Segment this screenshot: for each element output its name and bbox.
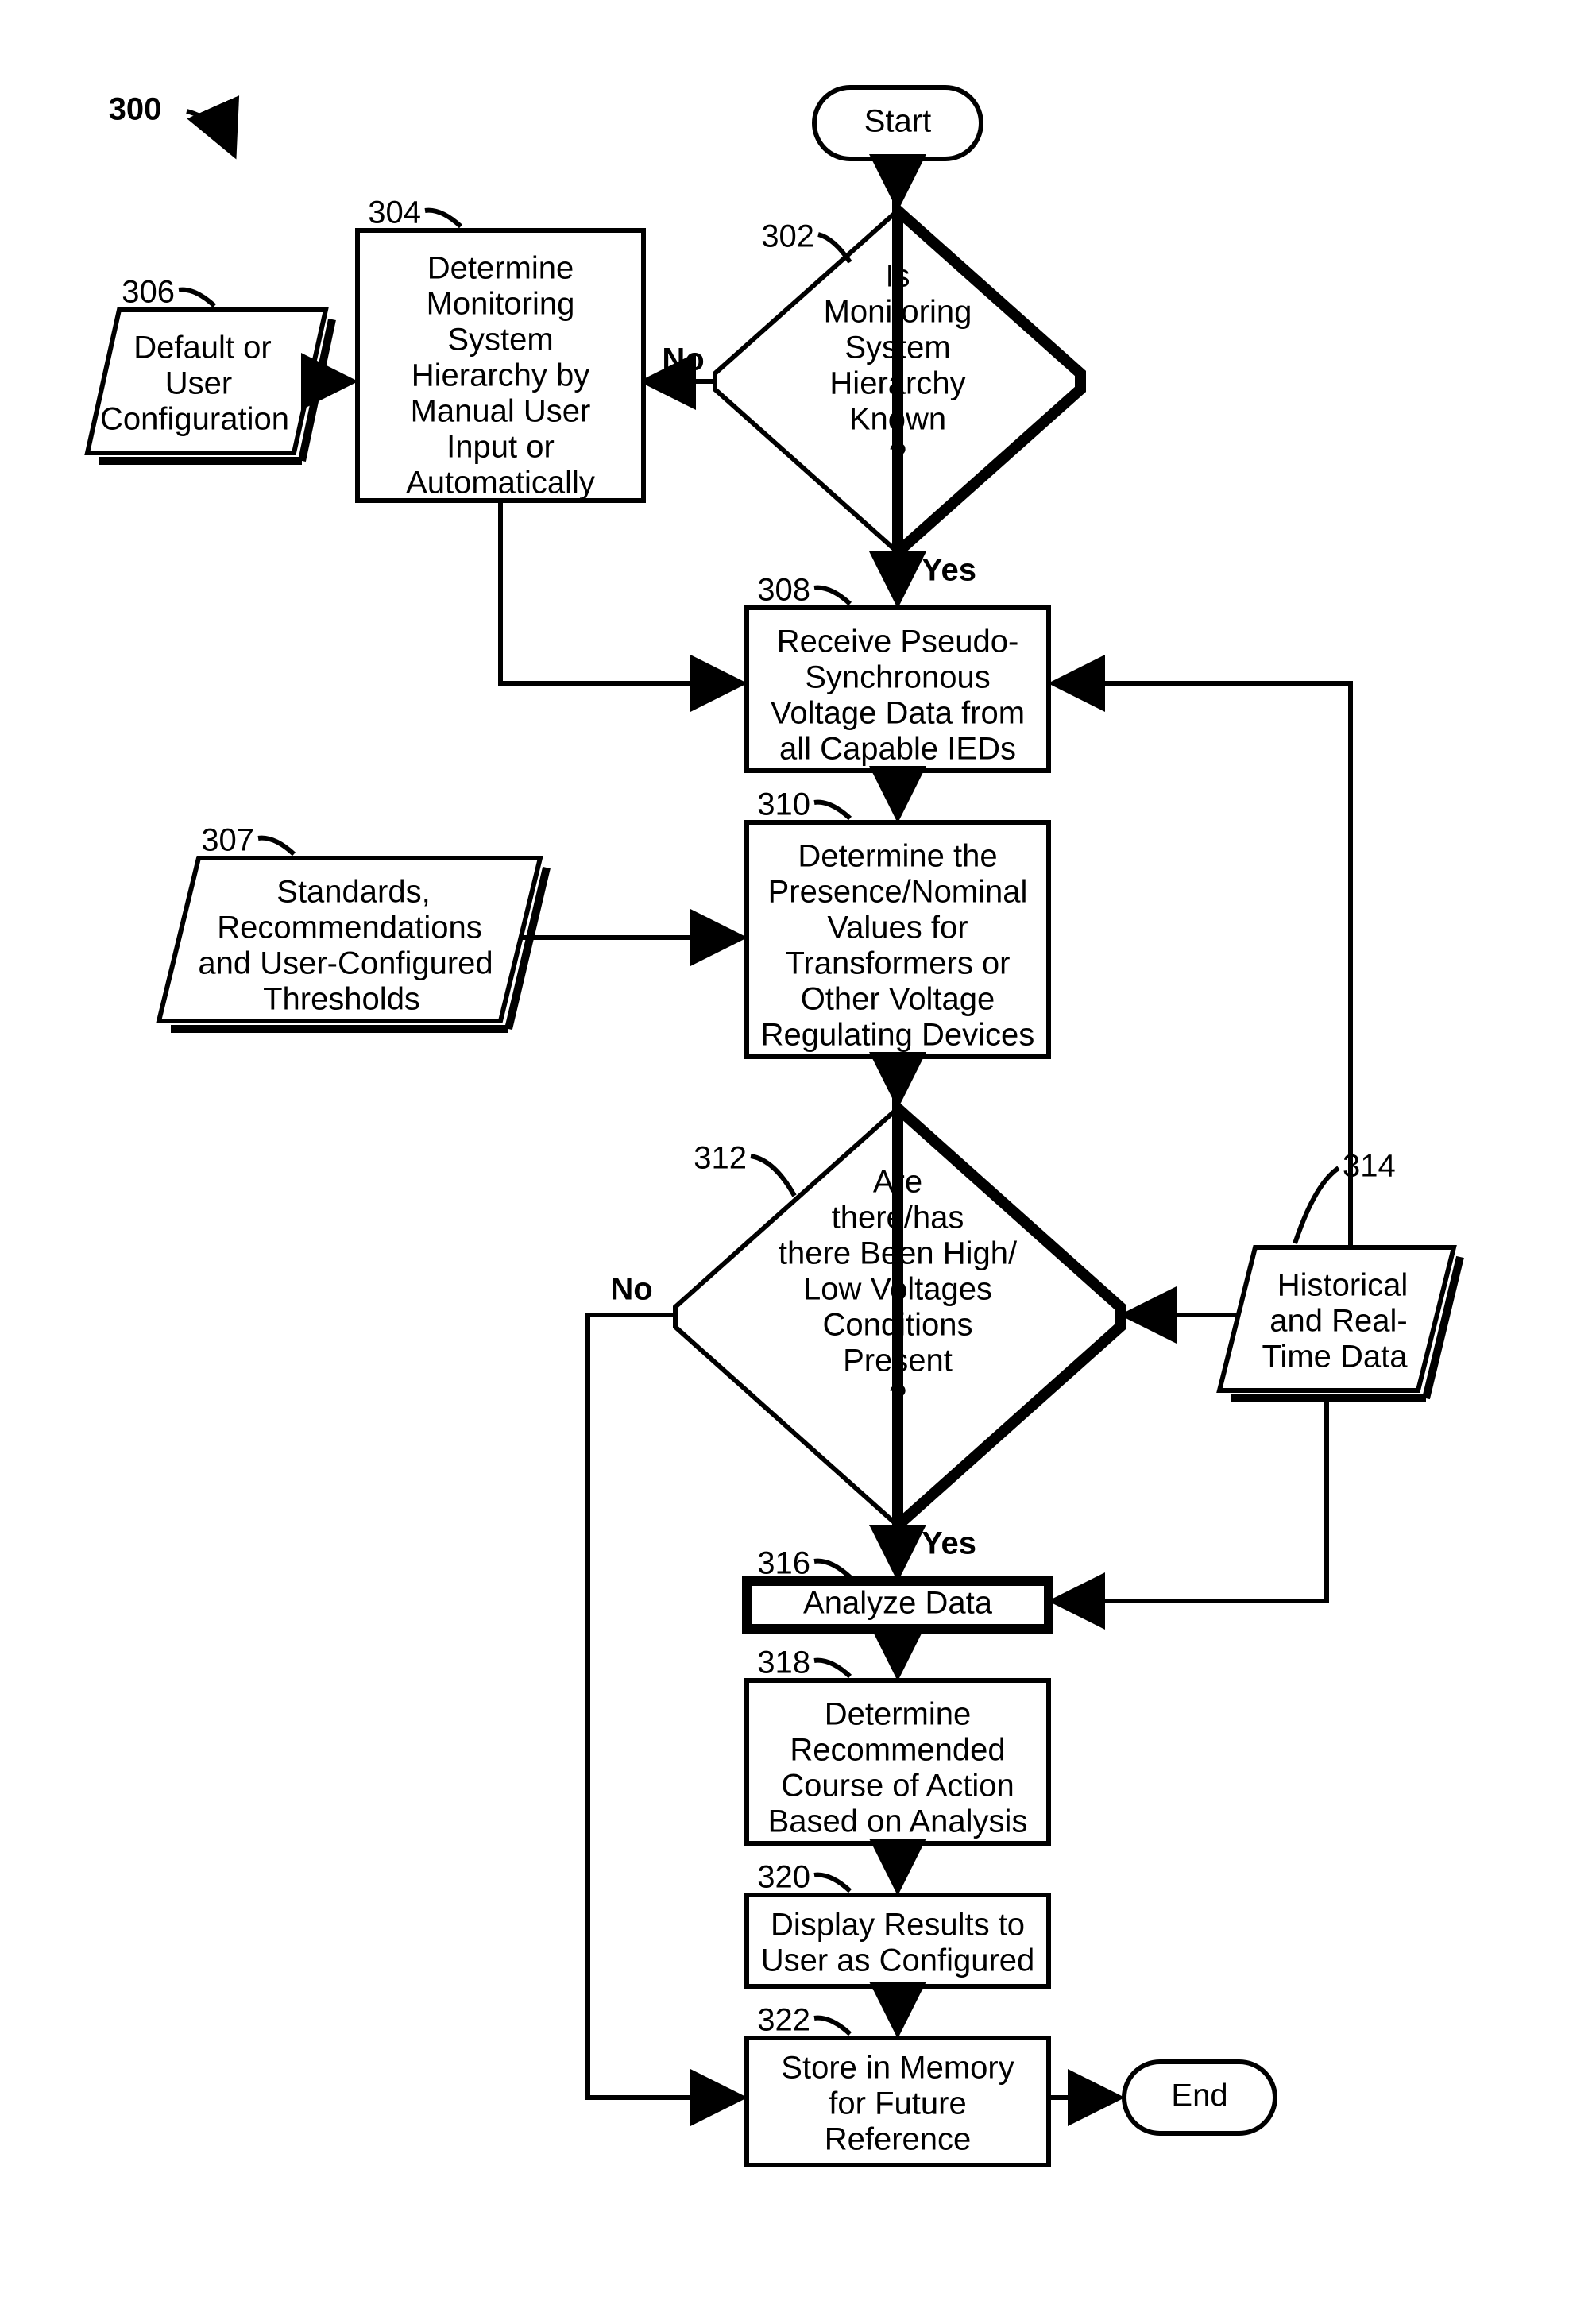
svg-text:316: 316 <box>757 1546 810 1581</box>
svg-text:Time Data: Time Data <box>1262 1340 1408 1375</box>
svg-text:Synchronous: Synchronous <box>805 660 990 695</box>
svg-text:System: System <box>447 323 553 358</box>
svg-text:Display Results to: Display Results to <box>771 1908 1025 1943</box>
svg-text:there/has: there/has <box>832 1201 964 1236</box>
svg-text:Regulating Devices: Regulating Devices <box>761 1018 1035 1053</box>
svg-text:Start: Start <box>864 104 931 139</box>
svg-text:all Capable IEDs: all Capable IEDs <box>779 732 1016 767</box>
svg-text:322: 322 <box>757 2003 810 2038</box>
svg-text:Determine: Determine <box>825 1697 972 1732</box>
svg-text:Recommendations: Recommendations <box>217 911 482 945</box>
svg-text:Yes: Yes <box>922 553 976 588</box>
svg-text:Thresholds: Thresholds <box>263 982 420 1017</box>
svg-text:Is: Is <box>885 259 910 294</box>
svg-text:320: 320 <box>757 1860 810 1895</box>
svg-text:312: 312 <box>694 1141 747 1176</box>
svg-text:Low Voltages: Low Voltages <box>803 1272 992 1307</box>
svg-text:Conditions: Conditions <box>822 1308 972 1343</box>
svg-text:Analyze Data: Analyze Data <box>803 1586 993 1621</box>
svg-text:Recommended: Recommended <box>790 1733 1005 1768</box>
start-node: Start <box>814 87 981 159</box>
svg-text:302: 302 <box>761 219 814 254</box>
svg-text:?: ? <box>889 1379 906 1414</box>
n307-input: 307 Standards, Recommendations and User-… <box>159 823 547 1029</box>
svg-text:Input or: Input or <box>446 430 555 465</box>
svg-text:Store in Memory: Store in Memory <box>781 2051 1014 2086</box>
svg-text:Are: Are <box>873 1165 922 1200</box>
svg-text:Voltage Data from: Voltage Data from <box>771 696 1025 731</box>
svg-text:and Real-: and Real- <box>1269 1304 1407 1339</box>
svg-text:Presence/Nominal: Presence/Nominal <box>768 875 1028 910</box>
svg-text:Standards,: Standards, <box>276 875 430 910</box>
svg-text:Determine the: Determine the <box>798 839 997 874</box>
svg-text:307: 307 <box>201 823 254 858</box>
svg-text:304: 304 <box>368 195 421 230</box>
n312-decision: 312 Are there/has there Been High/ Low V… <box>675 1108 1120 1526</box>
svg-text:Monitoring: Monitoring <box>427 287 575 322</box>
svg-text:Historical: Historical <box>1277 1268 1408 1303</box>
figure-ref: 300 <box>109 92 162 127</box>
svg-text:Hierarchy by: Hierarchy by <box>412 358 590 393</box>
svg-text:Receive Pseudo-: Receive Pseudo- <box>777 625 1019 659</box>
svg-text:there Been High/: there Been High/ <box>779 1236 1018 1271</box>
svg-text:for Future: for Future <box>829 2086 966 2121</box>
svg-text:Manual User: Manual User <box>411 394 591 429</box>
svg-text:Course of Action: Course of Action <box>781 1769 1014 1804</box>
n314-input: 314 Historical and Real- Time Data <box>1219 1149 1460 1398</box>
svg-text:310: 310 <box>757 787 810 822</box>
svg-text:Transformers or: Transformers or <box>785 946 1010 981</box>
svg-text:Hierarchy: Hierarchy <box>829 366 965 401</box>
svg-text:User as Configured: User as Configured <box>761 1943 1035 1978</box>
n306-input: 306 Default or User Configuration <box>87 275 332 461</box>
svg-text:Default or: Default or <box>133 331 271 365</box>
n310-process: 310 Determine the Presence/Nominal Value… <box>747 787 1049 1057</box>
svg-text:308: 308 <box>757 573 810 608</box>
svg-text:Determine: Determine <box>427 251 574 286</box>
svg-text:318: 318 <box>757 1645 810 1680</box>
svg-text:?: ? <box>889 438 906 473</box>
svg-text:Values for: Values for <box>827 911 968 945</box>
svg-text:No: No <box>610 1272 652 1307</box>
n304-process: 304 Determine Monitoring System Hierarch… <box>357 195 643 501</box>
svg-text:Automatically: Automatically <box>406 466 595 501</box>
svg-text:End: End <box>1171 2079 1227 2113</box>
svg-text:User: User <box>165 366 232 401</box>
svg-text:Reference: Reference <box>825 2122 972 2157</box>
svg-text:Present: Present <box>843 1344 953 1379</box>
svg-text:Other Voltage: Other Voltage <box>801 982 995 1017</box>
svg-text:and User-Configured: and User-Configured <box>198 946 493 981</box>
svg-text:306: 306 <box>122 275 175 310</box>
svg-text:Monitoring: Monitoring <box>824 295 972 330</box>
svg-text:Yes: Yes <box>922 1526 976 1561</box>
svg-text:No: No <box>662 342 704 377</box>
svg-text:System: System <box>844 331 950 365</box>
n302-decision: 302 Is Monitoring System Hierarchy Known… <box>715 211 1080 552</box>
end-node: End <box>1124 2062 1275 2133</box>
svg-text:Known: Known <box>849 402 946 437</box>
svg-text:Based on Analysis: Based on Analysis <box>768 1804 1028 1839</box>
svg-text:Configuration: Configuration <box>100 402 289 437</box>
